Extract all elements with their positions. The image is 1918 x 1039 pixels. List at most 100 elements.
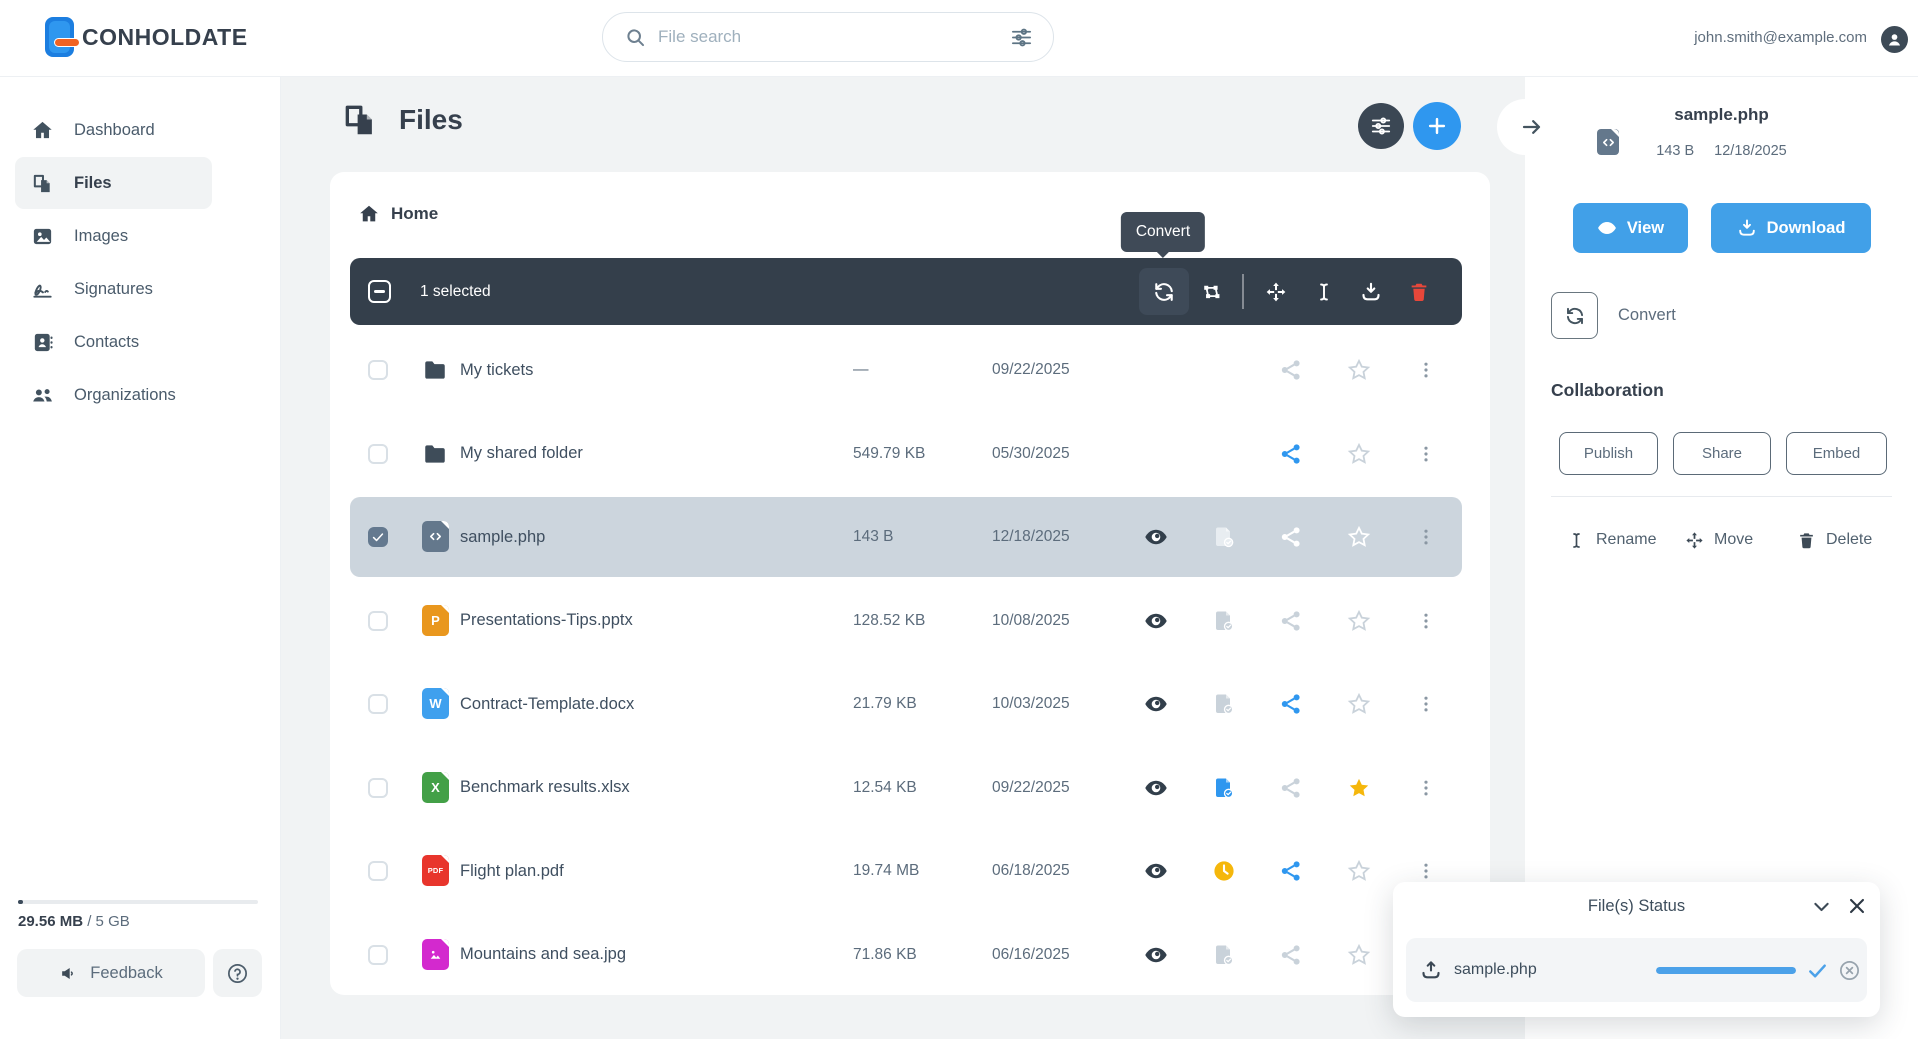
share-icon[interactable] [1279,776,1303,800]
row-checkbox[interactable] [368,360,388,380]
share-icon[interactable] [1279,692,1303,716]
preview-eye-icon[interactable] [1144,692,1168,716]
convert-button[interactable] [1551,292,1598,339]
convert-label: Convert [1618,306,1676,324]
publish-button[interactable]: Publish [1559,432,1658,475]
toolbar-merge-button[interactable] [1200,258,1224,325]
table-row[interactable]: My tickets — 09/22/2025 [350,330,1462,410]
help-button[interactable] [213,949,262,997]
row-checkbox[interactable] [368,777,388,798]
row-menu-kebab-icon[interactable] [1416,525,1436,549]
table-row[interactable]: My shared folder 549.79 KB 05/30/2025 [350,414,1462,494]
search-filter-icon[interactable] [1010,26,1033,49]
table-row[interactable]: X Benchmark results.xlsx 12.54 KB 09/22/202… [350,748,1462,828]
feedback-button[interactable]: Feedback [17,949,205,997]
share-icon[interactable] [1279,859,1303,883]
share-icon[interactable] [1279,442,1303,466]
add-file-button[interactable] [1413,102,1461,150]
share-icon[interactable] [1279,358,1303,382]
check-icon [1806,959,1829,982]
close-icon[interactable] [1846,895,1868,917]
php-file-icon [422,521,449,552]
delete-action[interactable]: Delete [1797,517,1872,563]
row-checkbox[interactable] [368,944,388,965]
cancel-upload-icon[interactable] [1838,959,1861,982]
favorite-star-icon[interactable] [1347,692,1371,716]
download-button[interactable]: Download [1711,203,1871,253]
table-row[interactable]: W Contract-Template.docx 21.79 KB 10/03/202… [350,664,1462,744]
view-settings-button[interactable] [1358,103,1404,149]
favorite-star-icon[interactable] [1347,943,1371,967]
search-input[interactable] [658,27,1010,47]
row-menu-kebab-icon[interactable] [1416,859,1436,883]
move-action[interactable]: Move [1685,517,1753,563]
sync-icon [1565,306,1585,326]
user-avatar[interactable] [1881,26,1908,53]
sidebar-item-label: Contacts [74,332,140,351]
toolbar-move-button[interactable] [1265,258,1289,325]
favorite-star-icon[interactable] [1347,525,1371,549]
favorite-star-icon[interactable] [1347,776,1371,800]
rename-action[interactable]: Rename [1567,517,1656,563]
row-checkbox[interactable] [368,694,388,714]
sidebar-item-files[interactable]: Files [15,157,212,209]
select-all-checkbox[interactable] [368,280,391,303]
status-panel-title: File(s) Status [1587,896,1686,915]
favorite-star-icon[interactable] [1347,442,1371,466]
view-button[interactable]: View [1573,203,1688,253]
embed-button[interactable]: Embed [1786,432,1887,475]
row-menu-kebab-icon[interactable] [1416,442,1436,466]
table-row[interactable]: PDF Flight plan.pdf 19.74 MB 06/18/2025 [350,831,1462,911]
sidebar-item-contacts[interactable]: Contacts [15,316,212,368]
toolbar-download-button[interactable] [1360,258,1384,325]
doc-status-icon[interactable] [1212,692,1236,716]
toolbar-delete-button[interactable] [1408,258,1432,325]
table-row[interactable]: sample.php 143 B 12/18/2025 [350,497,1462,577]
files-icon [31,172,54,195]
favorite-star-icon[interactable] [1347,609,1371,633]
row-menu-kebab-icon[interactable] [1416,692,1436,716]
upload-progress-bar [1656,967,1796,974]
panel-divider [1551,496,1892,497]
table-row[interactable]: Mountains and sea.jpg 71.86 KB 06/16/2025 [350,915,1462,995]
file-size: 19.74 MB [853,862,920,879]
breadcrumb[interactable]: Home [358,203,438,225]
row-menu-kebab-icon[interactable] [1416,358,1436,382]
file-search-bar[interactable] [602,12,1054,62]
doc-status-icon[interactable] [1212,776,1236,800]
toolbar-rename-button[interactable] [1313,258,1337,325]
row-menu-kebab-icon[interactable] [1416,776,1436,800]
share-icon[interactable] [1279,943,1303,967]
sidebar-item-signatures[interactable]: Signatures [15,263,212,315]
share-button[interactable]: Share [1673,432,1771,475]
preview-eye-icon[interactable] [1144,776,1168,800]
row-checkbox[interactable] [368,610,388,631]
table-row[interactable]: P Presentations-Tips.pptx 128.52 KB 10/08/2… [350,581,1462,661]
doc-status-icon[interactable] [1212,609,1236,633]
preview-eye-icon[interactable] [1144,525,1168,549]
logo-text: CONHOLDATE [82,23,248,50]
doc-status-icon[interactable] [1212,525,1236,549]
sidebar-item-dashboard[interactable]: Dashboard [15,104,212,156]
row-checkbox[interactable] [368,527,388,547]
preview-eye-icon[interactable] [1144,859,1168,883]
details-file-meta: 143 B 12/18/2025 [1525,143,1918,159]
row-checkbox[interactable] [368,443,388,464]
folder-icon [422,441,448,467]
row-menu-kebab-icon[interactable] [1416,609,1436,633]
processing-clock-icon[interactable] [1212,859,1236,883]
sidebar-item-images[interactable]: Images [15,210,212,262]
download-icon [1360,281,1382,303]
favorite-star-icon[interactable] [1347,859,1371,883]
favorite-star-icon[interactable] [1347,358,1371,382]
preview-eye-icon[interactable] [1144,609,1168,633]
preview-eye-icon[interactable] [1144,943,1168,967]
share-icon[interactable] [1279,525,1303,549]
doc-status-icon[interactable] [1212,943,1236,967]
sidebar-item-organizations[interactable]: Organizations [15,369,212,421]
share-icon[interactable] [1279,609,1303,633]
chevron-down-icon[interactable] [1811,896,1832,917]
toolbar-convert-button[interactable] [1139,268,1189,315]
app-logo: CONHOLDATE [45,17,248,57]
row-checkbox[interactable] [368,861,388,881]
